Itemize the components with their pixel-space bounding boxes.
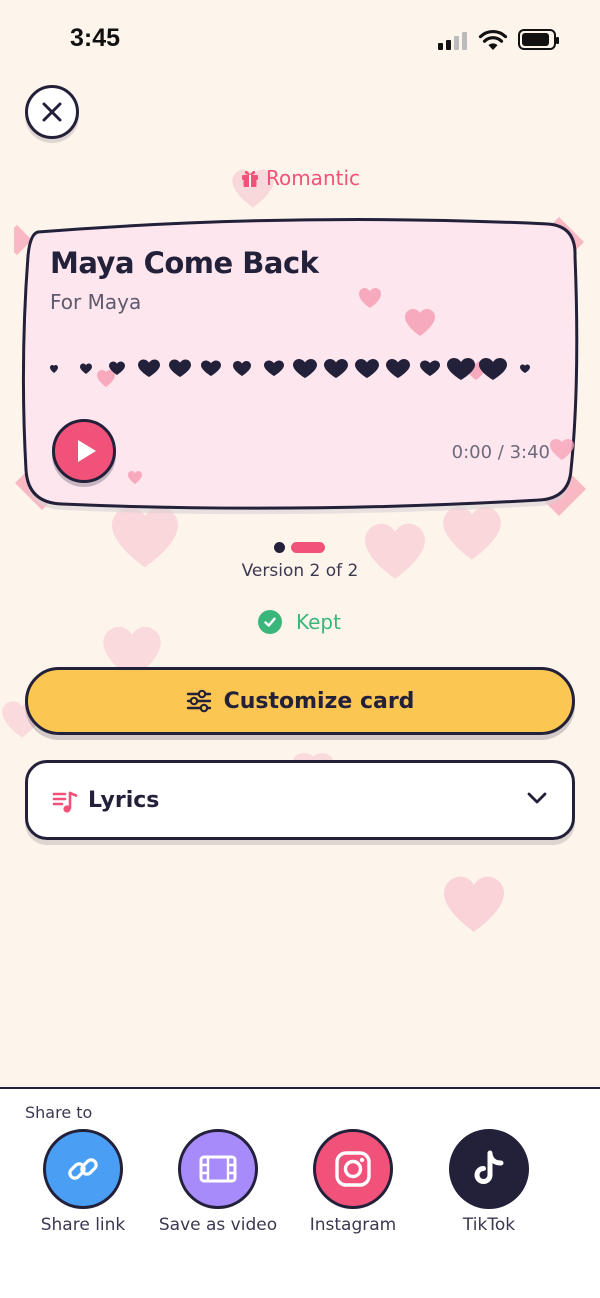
share-panel: Share to Share link Save as video Instag… [0, 1087, 600, 1298]
instagram-circle [313, 1129, 393, 1209]
song-recipient: For Maya [50, 290, 142, 314]
play-icon [77, 440, 96, 462]
mood-tag: Romantic [0, 166, 600, 190]
version-pager[interactable] [274, 542, 325, 553]
customize-card-button[interactable]: Customize card [25, 667, 575, 735]
version-dot-1[interactable] [274, 542, 285, 553]
tiktok-circle [449, 1129, 529, 1209]
close-icon [42, 102, 62, 122]
kept-label: Kept [296, 610, 341, 634]
check-circle-icon [258, 610, 282, 634]
floating-heart [444, 876, 504, 932]
status-bar: 3:45 [0, 0, 600, 80]
share-link-button[interactable]: Share link [18, 1129, 148, 1235]
sliders-icon [186, 689, 211, 713]
version-label: Version 2 of 2 [241, 561, 359, 581]
play-button[interactable] [52, 419, 116, 483]
song-title: Maya Come Back [50, 246, 319, 280]
chevron-down-icon [527, 792, 547, 804]
lyrics-label: Lyrics [88, 788, 160, 813]
gift-icon [241, 170, 258, 187]
playback-time: 0:00 / 3:40 [451, 442, 550, 463]
mood-label: Romantic [265, 166, 361, 190]
lyrics-accordion[interactable]: Lyrics [25, 760, 575, 840]
kept-status: Kept [258, 610, 341, 634]
battery-icon [518, 29, 559, 50]
customize-card-label: Customize card [223, 688, 415, 714]
instagram-label: Instagram [309, 1215, 397, 1235]
heart-waveform[interactable] [48, 352, 548, 382]
status-time: 3:45 [70, 24, 121, 52]
tiktok-label: TikTok [462, 1215, 516, 1235]
tiktok-button[interactable]: TikTok [424, 1129, 554, 1235]
save-as-video-label: Save as video [158, 1215, 278, 1235]
film-icon [199, 1155, 237, 1183]
link-icon [68, 1158, 98, 1180]
tiktok-icon [474, 1150, 504, 1184]
version-dot-2-active[interactable] [291, 542, 325, 553]
save-as-video-circle [178, 1129, 258, 1209]
cellular-signal-icon [438, 30, 470, 50]
music-list-icon [52, 791, 78, 813]
save-as-video-button[interactable]: Save as video [153, 1129, 283, 1235]
close-button[interactable] [25, 85, 79, 139]
wifi-icon [478, 29, 508, 50]
share-link-label: Share link [40, 1215, 126, 1235]
share-title: Share to [25, 1103, 93, 1122]
instagram-button[interactable]: Instagram [288, 1129, 418, 1235]
share-link-circle [43, 1129, 123, 1209]
instagram-icon [335, 1151, 371, 1187]
song-card: Maya Come Back For Maya 0:00 / 3:40 [14, 212, 586, 522]
